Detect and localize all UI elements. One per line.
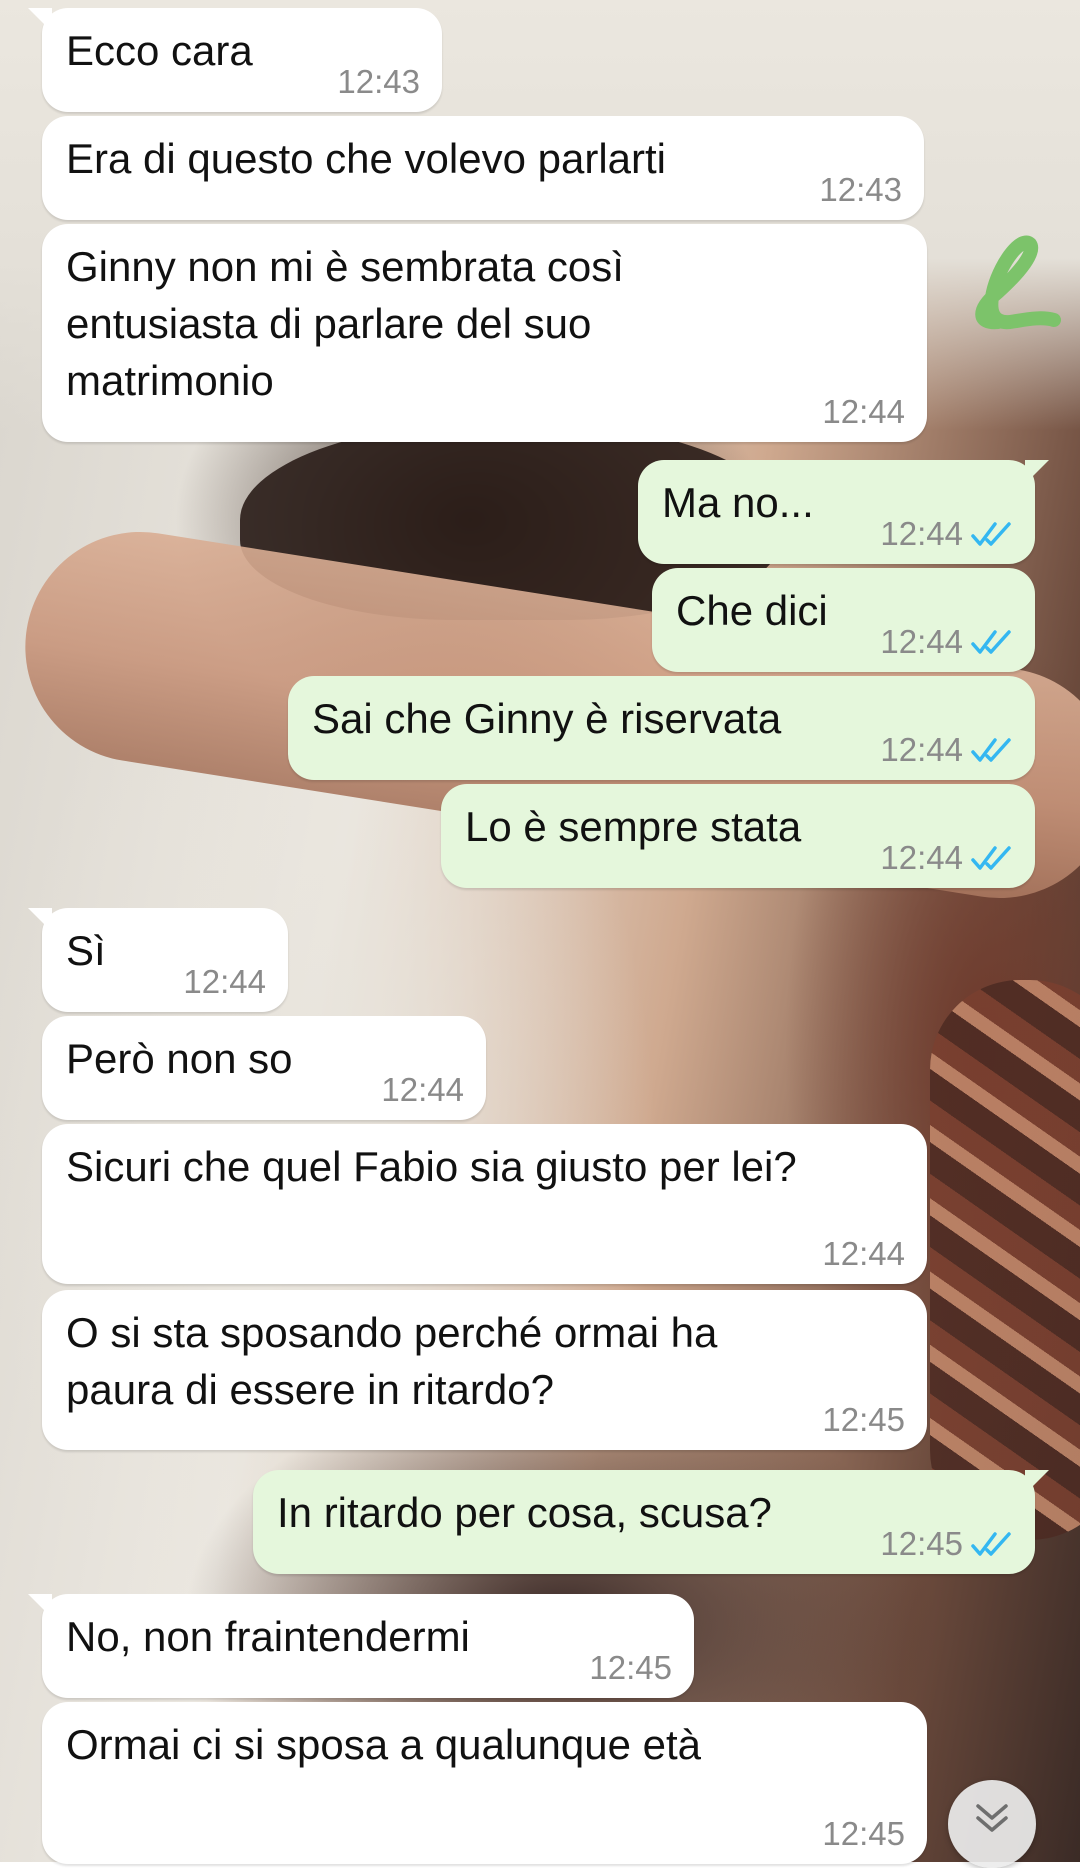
message-time: 12:44 [880, 839, 963, 876]
message-meta: 12:45 [880, 1526, 1015, 1562]
outgoing-message[interactable]: Lo è sempre stata 12:44 [441, 784, 1035, 888]
message-time: 12:45 [880, 1525, 963, 1562]
read-receipt-icon [971, 630, 1011, 654]
message-meta: 12:45 [822, 1816, 905, 1852]
incoming-message[interactable]: Sicuri che quel Fabio sia giusto per lei… [42, 1124, 927, 1284]
incoming-message[interactable]: O si sta sposando perché ormai ha paura … [42, 1290, 927, 1450]
outgoing-message[interactable]: Ma no... 12:44 [638, 460, 1049, 564]
read-receipt-icon [971, 522, 1011, 546]
message-time: 12:44 [880, 623, 963, 660]
message-time: 12:44 [880, 515, 963, 552]
message-text: Era di questo che volevo parlarti [66, 135, 666, 182]
message-meta: 12:44 [880, 516, 1015, 552]
message-meta: 12:43 [337, 64, 420, 100]
scroll-to-bottom-button[interactable] [948, 1780, 1036, 1868]
message-time: 12:45 [822, 1401, 905, 1438]
message-time: 12:44 [381, 1071, 464, 1108]
message-text: O si sta sposando perché ormai ha paura … [66, 1309, 718, 1413]
message-list[interactable]: Ecco cara 12:43 Era di questo che volevo… [0, 0, 1080, 1868]
message-time: 12:43 [337, 63, 420, 100]
message-time: 12:44 [822, 393, 905, 430]
message-time: 12:44 [880, 731, 963, 768]
message-text: No, non fraintendermi [66, 1613, 470, 1660]
message-meta: 12:44 [880, 624, 1015, 660]
incoming-message[interactable]: Ormai ci si sposa a qualunque età 12:45 [42, 1702, 927, 1864]
message-meta: 12:44 [822, 394, 905, 430]
message-time: 12:43 [819, 171, 902, 208]
outgoing-message[interactable]: Sai che Ginny è riservata 12:44 [288, 676, 1035, 780]
message-text: Ginny non mi è sembrata così entusiasta … [66, 243, 624, 404]
message-time: 12:45 [822, 1815, 905, 1852]
outgoing-message[interactable]: Che dici 12:44 [652, 568, 1035, 672]
read-receipt-icon [971, 846, 1011, 870]
incoming-message[interactable]: Ginny non mi è sembrata così entusiasta … [42, 224, 927, 442]
incoming-message[interactable]: No, non fraintendermi 12:45 [28, 1594, 694, 1698]
outgoing-message[interactable]: In ritardo per cosa, scusa? 12:45 [253, 1470, 1049, 1574]
message-meta: 12:45 [589, 1650, 672, 1686]
message-meta: 12:44 [183, 964, 266, 1000]
double-chevron-down-icon [976, 1804, 1008, 1832]
message-meta: 12:44 [822, 1236, 905, 1272]
message-meta: 12:45 [822, 1402, 905, 1438]
read-receipt-icon [971, 1532, 1011, 1556]
message-meta: 12:44 [880, 840, 1015, 876]
incoming-message[interactable]: Ecco cara 12:43 [28, 8, 442, 112]
message-time: 12:45 [589, 1649, 672, 1686]
message-meta: 12:44 [381, 1072, 464, 1108]
green-squiggle-sticker [975, 235, 1061, 330]
message-meta: 12:44 [880, 732, 1015, 768]
message-meta: 12:43 [819, 172, 902, 208]
message-time: 12:44 [822, 1235, 905, 1272]
read-receipt-icon [971, 738, 1011, 762]
message-text: Ormai ci si sposa a qualunque età [66, 1721, 702, 1768]
incoming-message[interactable]: Sì 12:44 [28, 908, 288, 1012]
incoming-message[interactable]: Era di questo che volevo parlarti 12:43 [42, 116, 924, 220]
message-time: 12:44 [183, 963, 266, 1000]
message-text: Sicuri che quel Fabio sia giusto per lei… [66, 1143, 797, 1190]
incoming-message[interactable]: Però non so 12:44 [42, 1016, 486, 1120]
